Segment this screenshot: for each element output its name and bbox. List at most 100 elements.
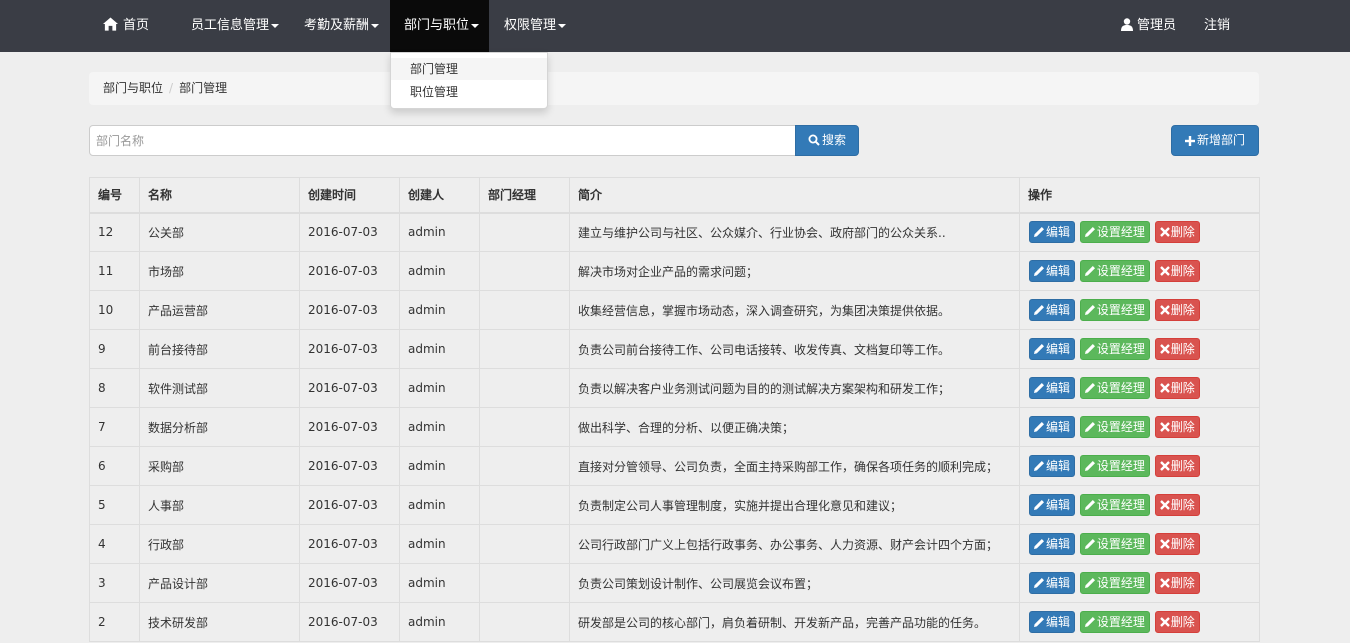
nav-home[interactable]: 首页 [103, 0, 149, 52]
caret-down-icon [471, 23, 480, 28]
edit-button[interactable]: 编辑 [1029, 611, 1076, 633]
delete-button[interactable]: 删除 [1154, 260, 1200, 282]
close-icon [1159, 227, 1170, 238]
cell-id: 7 [89, 407, 140, 447]
cell-id: 9 [89, 329, 140, 369]
edit-button[interactable]: 编辑 [1029, 572, 1076, 594]
delete-button[interactable]: 删除 [1154, 338, 1200, 360]
delete-button[interactable]: 删除 [1154, 533, 1200, 555]
set-manager-button[interactable]: 设置经理 [1079, 455, 1150, 477]
edit-button[interactable]: 编辑 [1029, 533, 1076, 555]
set-manager-button[interactable]: 设置经理 [1079, 611, 1150, 633]
set-manager-button[interactable]: 设置经理 [1079, 572, 1150, 594]
set-manager-button[interactable]: 设置经理 [1079, 299, 1150, 321]
table-row: 6 采购部 2016-07-03 admin 直接对分管领导、公司负责，全面主持… [89, 446, 1260, 486]
pencil-icon [1034, 305, 1044, 315]
delete-label: 删除 [1170, 381, 1195, 395]
set-manager-button[interactable]: 设置经理 [1079, 494, 1150, 516]
pencil-icon [1034, 344, 1044, 354]
delete-button[interactable]: 删除 [1154, 416, 1200, 438]
set-manager-label: 设置经理 [1096, 225, 1145, 240]
edit-label: 编辑 [1046, 303, 1071, 317]
delete-button[interactable]: 删除 [1154, 299, 1200, 321]
cell-name: 行政部 [139, 524, 300, 564]
nav-department-position[interactable]: 部门与职位 [390, 0, 489, 52]
edit-label: 编辑 [1046, 342, 1071, 356]
pencil-icon [1084, 422, 1095, 432]
add-department-button[interactable]: 新增部门 [1171, 125, 1259, 156]
cell-id: 3 [89, 563, 140, 603]
set-manager-button[interactable]: 设置经理 [1079, 260, 1150, 282]
cell-name: 数据分析部 [139, 407, 300, 447]
nav-permissions[interactable]: 权限管理 [504, 0, 567, 52]
edit-button[interactable]: 编辑 [1029, 299, 1076, 321]
header-created-time: 创建时间 [299, 177, 400, 214]
delete-button[interactable]: 删除 [1154, 572, 1200, 594]
pencil-icon [1084, 383, 1095, 393]
pencil-icon [1034, 461, 1044, 471]
department-name-search-input[interactable] [89, 125, 796, 156]
close-icon [1159, 305, 1170, 315]
cell-creator: admin [399, 368, 480, 408]
nav-employee-info[interactable]: 员工信息管理 [191, 0, 280, 52]
cell-actions: 编辑 设置经理 删除 [1019, 251, 1260, 291]
nav-logout[interactable]: 注销 [1204, 0, 1230, 52]
close-icon [1159, 422, 1170, 432]
pencil-icon [1084, 617, 1095, 627]
cell-creator: admin [399, 602, 480, 642]
delete-button[interactable]: 删除 [1154, 455, 1200, 477]
delete-button[interactable]: 删除 [1154, 377, 1200, 399]
cell-actions: 编辑 设置经理 删除 [1019, 329, 1260, 369]
edit-label: 编辑 [1046, 537, 1071, 551]
pencil-icon [1084, 305, 1095, 315]
nav-attendance-salary[interactable]: 考勤及薪酬 [304, 0, 380, 52]
search-button[interactable]: 搜索 [795, 125, 859, 156]
edit-label: 编辑 [1046, 264, 1071, 278]
cell-name: 产品设计部 [139, 563, 300, 603]
edit-label: 编辑 [1046, 459, 1071, 473]
dropdown-item-department-manage[interactable]: 部门管理 [391, 58, 547, 80]
cell-manager [479, 446, 570, 486]
close-icon [1159, 266, 1170, 276]
nav-employee-info-label: 员工信息管理 [191, 18, 270, 33]
delete-button[interactable]: 删除 [1154, 221, 1200, 244]
pencil-icon [1034, 266, 1044, 276]
edit-label: 编辑 [1046, 381, 1071, 395]
edit-button[interactable]: 编辑 [1029, 494, 1076, 516]
set-manager-button[interactable]: 设置经理 [1079, 377, 1150, 399]
edit-button[interactable]: 编辑 [1029, 221, 1076, 244]
pencil-icon [1084, 266, 1095, 276]
nav-home-label: 首页 [123, 18, 150, 33]
cell-description: 做出科学、合理的分析、以便正确决策； [569, 407, 1020, 447]
edit-button[interactable]: 编辑 [1029, 416, 1076, 438]
nav-attendance-salary-label: 考勤及薪酬 [304, 18, 370, 33]
delete-button[interactable]: 删除 [1154, 611, 1200, 633]
cell-actions: 编辑 设置经理 删除 [1019, 563, 1260, 603]
pencil-icon [1034, 422, 1044, 432]
table-row: 2 技术研发部 2016-07-03 admin 研发部是公司的核心部门，肩负着… [89, 602, 1260, 642]
cell-description: 解决市场对企业产品的需求问题； [569, 251, 1020, 291]
pencil-icon [1034, 227, 1044, 238]
edit-button[interactable]: 编辑 [1029, 260, 1076, 282]
edit-button[interactable]: 编辑 [1029, 338, 1076, 360]
set-manager-button[interactable]: 设置经理 [1079, 533, 1150, 555]
dropdown-item-position-manage[interactable]: 职位管理 [391, 81, 547, 103]
close-icon [1159, 383, 1170, 393]
delete-button[interactable]: 删除 [1154, 494, 1200, 516]
cell-creator: admin [399, 251, 480, 291]
cell-created-time: 2016-07-03 [299, 251, 400, 291]
close-icon [1159, 617, 1170, 627]
nav-user[interactable]: 管理员 [1121, 0, 1176, 52]
cell-name: 软件测试部 [139, 368, 300, 408]
cell-manager [479, 329, 570, 369]
set-manager-button[interactable]: 设置经理 [1079, 221, 1150, 244]
cell-creator: admin [399, 563, 480, 603]
table-row: 11 市场部 2016-07-03 admin 解决市场对企业产品的需求问题； … [89, 251, 1260, 291]
cell-creator: admin [399, 524, 480, 564]
cell-description: 负责制定公司人事管理制度，实施并提出合理化意见和建议； [569, 485, 1020, 525]
set-manager-button[interactable]: 设置经理 [1079, 338, 1150, 360]
set-manager-button[interactable]: 设置经理 [1079, 416, 1150, 438]
edit-button[interactable]: 编辑 [1029, 377, 1076, 399]
edit-button[interactable]: 编辑 [1029, 455, 1076, 477]
breadcrumb-parent[interactable]: 部门与职位 [103, 81, 163, 95]
